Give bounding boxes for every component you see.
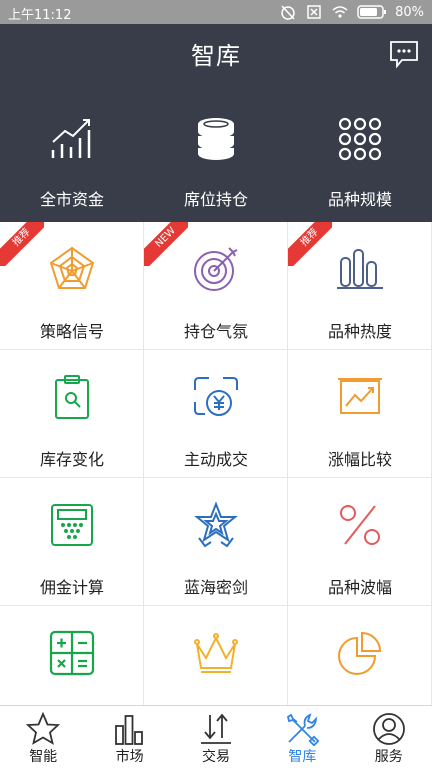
tile-blue-ocean-sword[interactable]: 蓝海密剑 — [144, 478, 288, 606]
tile-label: 库存变化 — [39, 450, 104, 469]
tools-icon — [287, 713, 320, 746]
new-ribbon: NEW — [144, 222, 188, 266]
target-dart-icon — [194, 247, 238, 291]
tab-label: 智库 — [288, 749, 317, 765]
tile-inventory-change[interactable]: 库存变化 — [0, 350, 144, 478]
bottom-tab-bar: 智能 市场 交易 智库 服务 — [0, 705, 432, 768]
page-title: 智库 — [191, 42, 241, 70]
pie-chart-icon — [338, 631, 382, 675]
quick-link-market-funds[interactable]: 全市资金 — [0, 116, 144, 216]
alarm-off-icon — [281, 5, 295, 20]
tile-label: 持仓气氛 — [183, 322, 248, 341]
battery-icon — [357, 5, 387, 19]
star-icon — [26, 712, 60, 745]
tab-label: 市场 — [115, 749, 144, 765]
tile-pie-chart[interactable] — [288, 606, 432, 705]
tab-label: 智能 — [29, 749, 58, 765]
quick-link-variety-scale[interactable]: 品种规模 — [288, 116, 432, 216]
pentagon-radar-icon — [49, 246, 95, 289]
message-icon[interactable] — [388, 38, 420, 70]
quick-link-label: 品种规模 — [327, 190, 392, 209]
recommend-ribbon: 推荐 — [0, 222, 44, 266]
quick-link-label: 全市资金 — [39, 190, 104, 209]
tile-label: 蓝海密剑 — [183, 578, 248, 597]
tile-label: 涨幅比较 — [327, 450, 392, 469]
tile-crown[interactable] — [144, 606, 288, 705]
status-bar: 上午11:12 80% — [0, 0, 432, 24]
star-badge-icon — [194, 501, 238, 548]
status-icons: 80% — [279, 3, 424, 21]
tile-position-sentiment[interactable]: 持仓气氛 NEW — [144, 222, 288, 350]
tile-label: 策略信号 — [39, 322, 104, 341]
tab-label: 服务 — [374, 749, 403, 765]
battery-level: 80% — [395, 4, 424, 20]
tile-label: 品种热度 — [327, 322, 392, 341]
quick-link-label: 席位持仓 — [183, 190, 248, 209]
tab-smart[interactable]: 智能 — [0, 706, 86, 768]
tab-market[interactable]: 市场 — [86, 706, 172, 768]
dots-grid-icon — [338, 117, 382, 161]
tab-trade[interactable]: 交易 — [173, 706, 259, 768]
wifi-icon — [332, 6, 348, 18]
tile-label: 佣金计算 — [39, 578, 104, 597]
tool-grid: 策略信号 推荐 持仓气氛 NEW 品种热度 推荐 库存变化 主动成交 涨幅比较 … — [0, 222, 432, 705]
tile-calc-keys[interactable] — [0, 606, 144, 705]
tile-label: 品种波幅 — [327, 578, 392, 597]
tile-active-trades[interactable]: 主动成交 — [144, 350, 288, 478]
tab-label: 交易 — [201, 749, 230, 765]
bar-columns-icon — [337, 249, 383, 289]
trend-chart-icon — [51, 119, 91, 158]
line-chart-board-icon — [338, 378, 382, 414]
quick-link-seat-positions[interactable]: 席位持仓 — [144, 116, 288, 216]
coin-stack-icon — [197, 118, 235, 160]
tile-variety-heat[interactable]: 品种热度 推荐 — [288, 222, 432, 350]
percent-icon — [340, 505, 380, 545]
transfer-arrows-icon — [200, 713, 231, 744]
clipboard-search-icon — [55, 375, 89, 419]
calc-keys-icon — [49, 630, 95, 676]
recommend-ribbon: 推荐 — [288, 222, 332, 266]
tile-gain-comparison[interactable]: 涨幅比较 — [288, 350, 432, 478]
tab-service[interactable]: 服务 — [346, 706, 432, 768]
tile-variety-volatility[interactable]: 品种波幅 — [288, 478, 432, 606]
status-time: 上午11:12 — [8, 8, 72, 23]
sim-card-x-icon — [307, 5, 321, 19]
tab-think-tank[interactable]: 智库 — [259, 706, 345, 768]
yen-exchange-icon — [194, 377, 238, 416]
calculator-icon — [51, 504, 93, 546]
tile-label: 主动成交 — [183, 450, 248, 469]
bars-icon — [115, 715, 144, 745]
tile-strategy-signal[interactable]: 策略信号 推荐 — [0, 222, 144, 350]
user-icon — [372, 713, 405, 745]
crown-icon — [194, 633, 238, 673]
tile-commission-calculator[interactable]: 佣金计算 — [0, 478, 144, 606]
header: 智库 全市资金 席位持仓 品种规模 — [0, 24, 432, 222]
